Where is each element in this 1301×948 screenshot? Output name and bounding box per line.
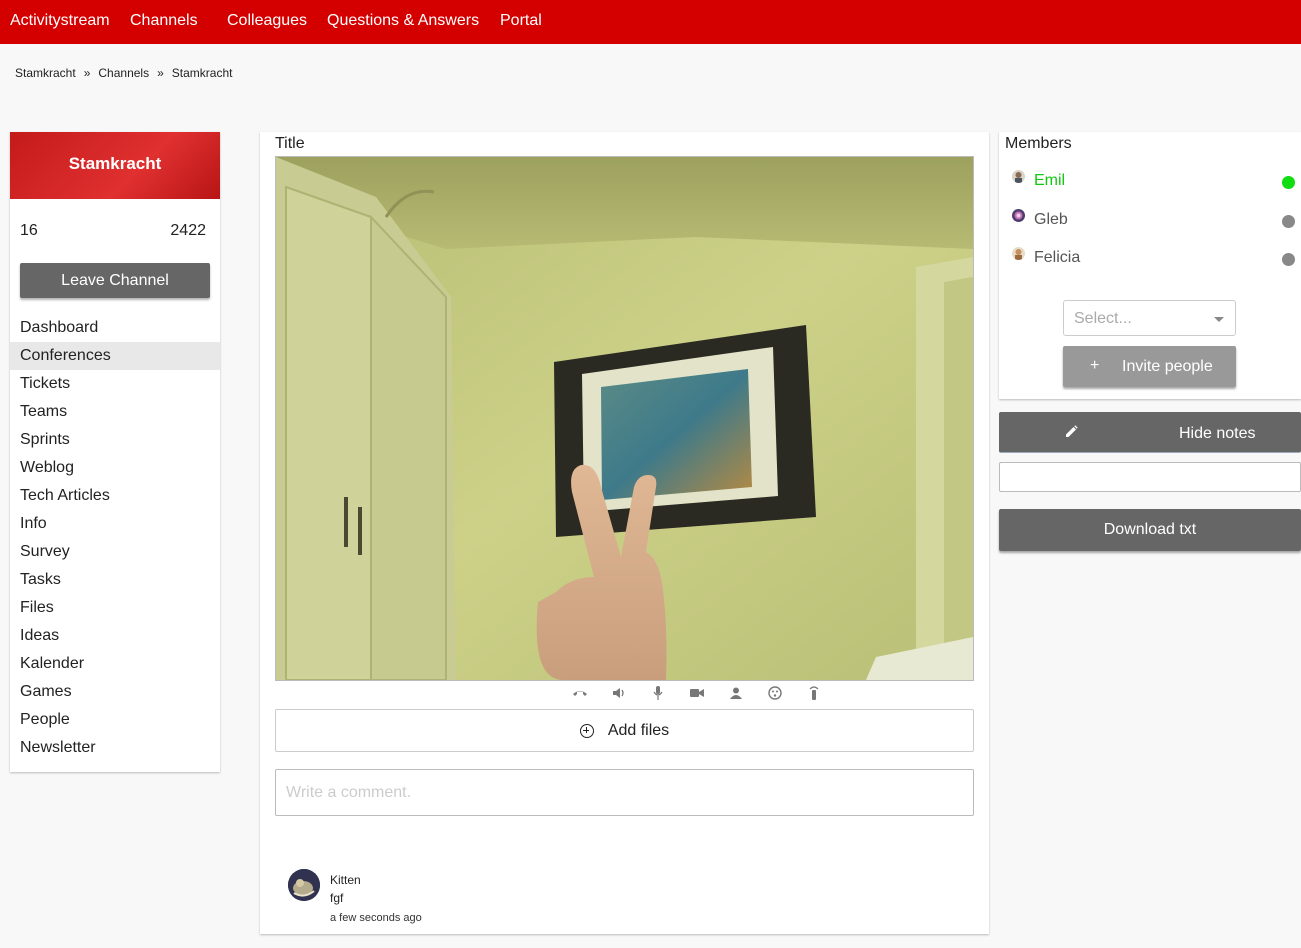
member-name: Felicia	[1034, 249, 1081, 266]
breadcrumb-separator: »	[83, 66, 91, 80]
menu-item-kalender[interactable]: Kalender	[10, 650, 220, 678]
channel-menu: Dashboard Conferences Tickets Teams Spri…	[10, 314, 220, 762]
hangup-icon[interactable]	[560, 684, 599, 702]
hide-notes-label: Hide notes	[1179, 425, 1256, 442]
nav-colleagues[interactable]: Colleagues	[227, 12, 307, 30]
menu-item-tickets[interactable]: Tickets	[10, 370, 220, 398]
members-title: Members	[1005, 135, 1072, 152]
member-select-dropdown[interactable]: Select...	[1063, 300, 1236, 336]
menu-item-survey[interactable]: Survey	[10, 538, 220, 566]
video-frame-image	[276, 157, 973, 680]
pencil-icon	[1065, 425, 1078, 443]
avatar	[1012, 170, 1025, 183]
menu-item-weblog[interactable]: Weblog	[10, 454, 220, 482]
menu-item-tech-articles[interactable]: Tech Articles	[10, 482, 220, 510]
add-files-button[interactable]: Add files	[275, 709, 974, 752]
call-controls	[560, 684, 833, 702]
status-offline-indicator	[1282, 215, 1295, 228]
nav-portal[interactable]: Portal	[500, 12, 542, 30]
face-icon[interactable]	[755, 684, 794, 702]
microphone-icon[interactable]	[638, 684, 677, 702]
menu-item-dashboard[interactable]: Dashboard	[10, 314, 220, 342]
invite-people-label: Invite people	[1122, 358, 1213, 375]
chevron-down-icon	[1214, 317, 1224, 322]
member-item-felicia[interactable]: Felicia	[999, 245, 1301, 271]
menu-item-games[interactable]: Games	[10, 678, 220, 706]
conference-panel: Title Add files Write a comment. Kitten …	[260, 132, 989, 934]
breadcrumb-channels[interactable]: Channels	[98, 66, 149, 80]
status-offline-indicator	[1282, 253, 1295, 266]
breadcrumb-separator: »	[157, 66, 164, 80]
hide-notes-button[interactable]: Hide notes	[999, 412, 1301, 453]
add-files-label: Add files	[607, 721, 670, 739]
avatar	[1012, 247, 1025, 260]
member-item-gleb[interactable]: Gleb	[999, 207, 1301, 233]
members-panel: Members Emil Gleb Felicia Select... + In…	[999, 132, 1301, 399]
status-online-indicator	[1282, 176, 1295, 189]
speaker-icon[interactable]	[599, 684, 638, 702]
video-stream[interactable]	[275, 156, 974, 681]
channel-banner: Stamkracht	[10, 132, 220, 199]
nav-channels[interactable]: Channels	[130, 12, 198, 30]
avatar[interactable]	[288, 869, 320, 901]
person-icon[interactable]	[716, 684, 755, 702]
channel-stat-right: 2422	[170, 222, 206, 239]
menu-item-ideas[interactable]: Ideas	[10, 622, 220, 650]
camera-icon[interactable]	[677, 684, 716, 702]
menu-item-info[interactable]: Info	[10, 510, 220, 538]
leave-channel-button[interactable]: Leave Channel	[20, 263, 210, 298]
plus-icon: +	[1090, 357, 1100, 374]
member-item-emil[interactable]: Emil	[999, 168, 1301, 194]
breadcrumb-stamkracht[interactable]: Stamkracht	[15, 66, 76, 80]
comment-author[interactable]: Kitten	[330, 873, 361, 887]
menu-item-files[interactable]: Files	[10, 594, 220, 622]
avatar	[1012, 209, 1025, 222]
nav-activitystream[interactable]: Activitystream	[10, 12, 110, 30]
select-placeholder: Select...	[1074, 310, 1132, 327]
breadcrumb-current: Stamkracht	[171, 66, 233, 80]
add-circle-icon	[579, 723, 594, 738]
nav-questions-answers[interactable]: Questions & Answers	[327, 12, 479, 30]
menu-item-newsletter[interactable]: Newsletter	[10, 734, 220, 762]
menu-item-sprints[interactable]: Sprints	[10, 426, 220, 454]
breadcrumb: Stamkracht » Channels » Stamkracht	[15, 66, 232, 80]
top-navbar: Activitystream Channels Colleagues Quest…	[0, 0, 1301, 44]
download-txt-button[interactable]: Download txt	[999, 509, 1301, 551]
conference-title: Title	[275, 135, 305, 152]
channel-name: Stamkracht	[68, 154, 162, 173]
menu-item-tasks[interactable]: Tasks	[10, 566, 220, 594]
remote-icon[interactable]	[794, 684, 833, 702]
comment-input[interactable]	[275, 769, 974, 816]
invite-people-button[interactable]: + Invite people	[1063, 346, 1236, 387]
channel-sidebar: Stamkracht 16 2422 Leave Channel Dashboa…	[10, 132, 220, 772]
channel-stat-left: 16	[20, 222, 38, 239]
comment-text: fgf	[330, 891, 344, 905]
comment-timestamp: a few seconds ago	[330, 912, 422, 924]
menu-item-conferences[interactable]: Conferences	[10, 342, 220, 370]
menu-item-teams[interactable]: Teams	[10, 398, 220, 426]
member-name: Emil	[1034, 172, 1066, 189]
member-name: Gleb	[1034, 211, 1068, 228]
notes-input[interactable]	[999, 462, 1301, 492]
menu-item-people[interactable]: People	[10, 706, 220, 734]
